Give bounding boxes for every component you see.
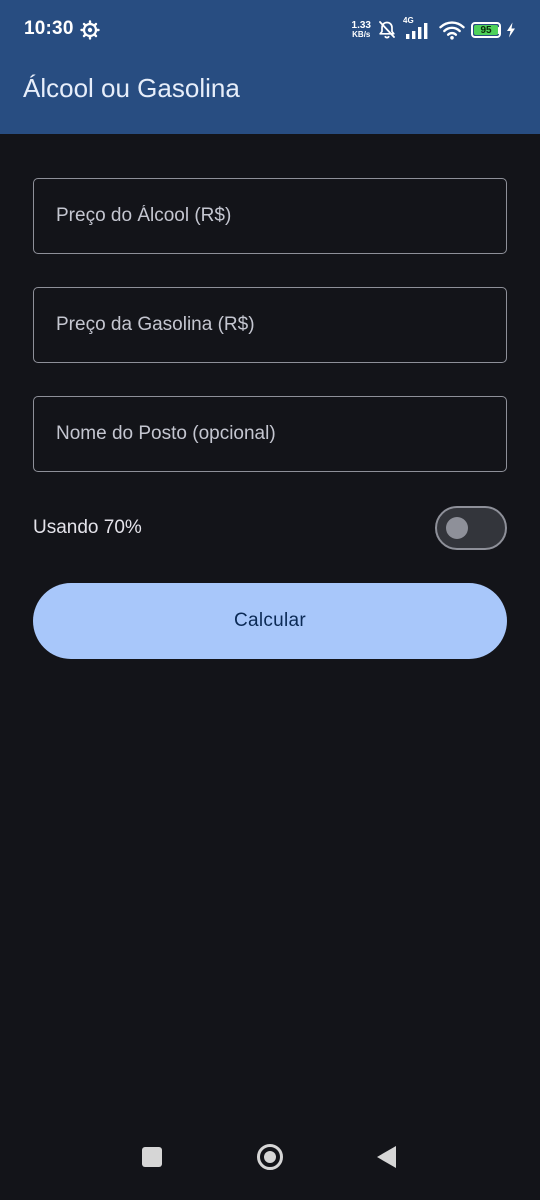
gasoline-price-field[interactable] (33, 287, 507, 363)
back-icon[interactable] (377, 1146, 396, 1168)
status-time: 10:30 (24, 18, 74, 39)
recents-icon[interactable] (142, 1147, 162, 1167)
network-speed-unit: KB/s (352, 30, 371, 39)
app-bar: 10:30 1.33 KB/s 4G 95 Álcool ou Gasolina (0, 0, 540, 134)
settings-gear-icon (80, 20, 100, 40)
wifi-icon (439, 21, 465, 40)
alcohol-price-field[interactable] (33, 178, 507, 254)
ratio-toggle-row: Usando 70% (33, 506, 507, 550)
station-name-field[interactable] (33, 396, 507, 472)
gasoline-price-input[interactable] (34, 288, 506, 362)
status-icons: 1.33 KB/s 4G 95 (351, 16, 516, 42)
notifications-off-icon (379, 21, 395, 39)
station-name-input[interactable] (34, 397, 506, 471)
network-type: 4G (403, 16, 414, 25)
toggle-knob (446, 517, 468, 539)
ratio-toggle-label: Usando 70% (33, 517, 142, 538)
battery-level: 95 (480, 24, 492, 36)
alcohol-price-input[interactable] (34, 179, 506, 253)
calculate-button[interactable]: Calcular (33, 583, 507, 659)
signal-icon: 4G (403, 16, 433, 41)
battery-body: 95 (471, 22, 501, 38)
system-nav-bar (0, 1130, 540, 1200)
charging-bolt-icon (507, 22, 515, 38)
status-bar: 10:30 1.33 KB/s 4G 95 (0, 0, 540, 60)
network-speed-value: 1.33 (351, 20, 371, 31)
network-speed: 1.33 KB/s (351, 20, 371, 40)
battery-icon: 95 (471, 22, 501, 38)
ratio-toggle-switch[interactable] (435, 506, 507, 550)
home-icon[interactable] (257, 1144, 283, 1170)
app-title: Álcool ou Gasolina (23, 73, 240, 103)
